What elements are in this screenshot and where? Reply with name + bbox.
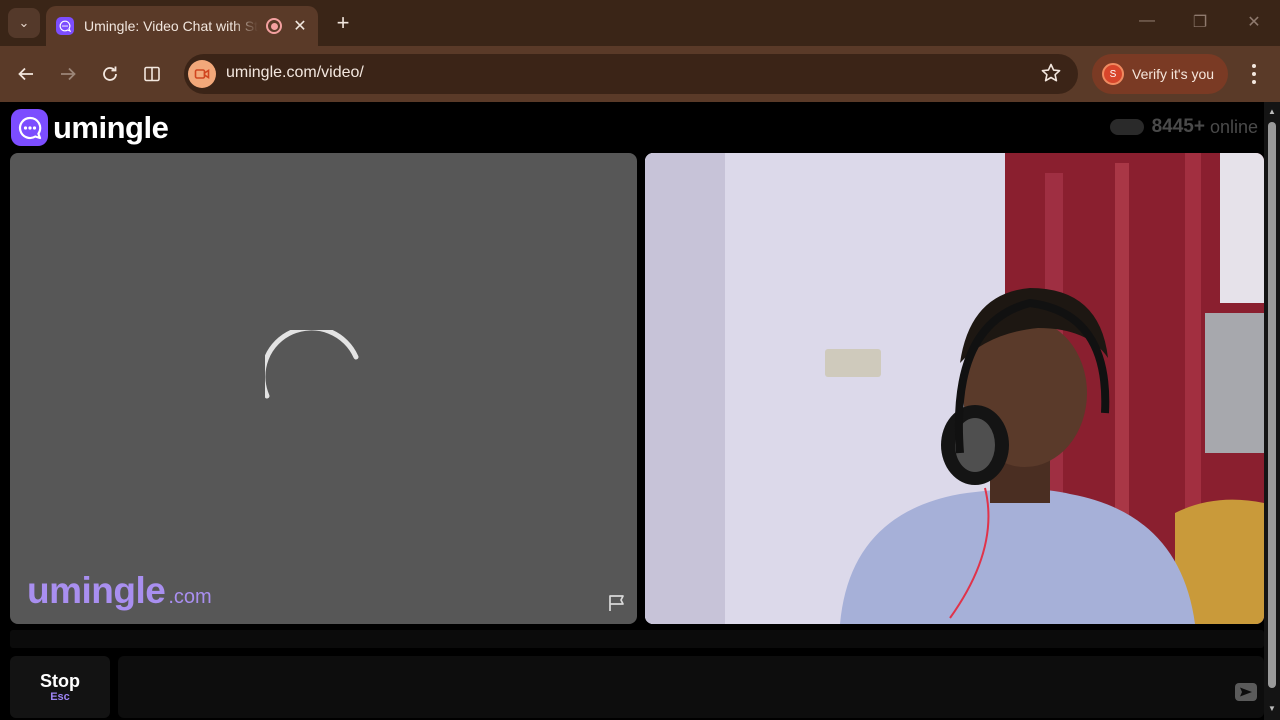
recording-indicator-icon [266,18,282,34]
stranger-video-panel: umingle .com [10,153,637,624]
verify-profile-button[interactable]: S Verify it's you [1092,54,1228,94]
bookmark-button[interactable] [1040,62,1062,89]
profile-avatar: S [1102,63,1124,85]
site-info-button[interactable] [188,60,216,88]
verify-label: Verify it's you [1132,66,1215,82]
browser-toolbar: umingle.com/video/ S Verify it's you [0,46,1280,102]
split-view-icon [144,66,160,82]
reload-button[interactable] [96,60,124,88]
minimize-button[interactable]: — [1135,12,1159,34]
watermark-main: umingle [27,570,166,611]
browser-menu-button[interactable] [1244,62,1264,86]
url-text[interactable]: umingle.com/video/ [226,64,364,82]
umingle-favicon-icon [56,17,74,35]
umingle-watermark: umingle .com [27,570,212,612]
scrollbar-thumb[interactable] [1268,122,1276,688]
back-button[interactable] [12,60,40,88]
chat-message-input[interactable] [118,656,1264,718]
address-bar[interactable]: umingle.com/video/ [184,54,1078,94]
tab-close-icon[interactable]: ✕ [292,16,308,36]
arrow-right-icon [61,67,76,81]
split-view-button[interactable] [138,60,166,88]
new-tab-button[interactable]: + [330,10,356,36]
arrow-left-icon [18,67,33,81]
flag-icon [609,595,624,611]
chat-bubble-icon [11,109,48,146]
stop-button[interactable]: Stop Esc [10,656,110,718]
tab-title: Umingle: Video Chat with Strangers [84,18,258,34]
online-count: 8445+ [1151,116,1205,137]
forward-button[interactable] [54,60,82,88]
scroll-down-arrow-icon[interactable]: ▼ [1267,705,1277,713]
online-counter: 8445+ online [1109,116,1258,138]
send-button[interactable] [1234,680,1258,704]
online-label: online [1209,116,1258,137]
stop-shortcut-label: Esc [50,691,70,703]
browser-tab-active[interactable]: Umingle: Video Chat with Strangers ✕ [46,6,318,46]
umingle-logo[interactable]: umingle [11,109,169,146]
reload-icon [103,66,117,81]
watermark-tld: .com [168,586,212,608]
self-camera-feed [645,153,1264,624]
stop-label: Stop [40,671,80,691]
star-icon [1041,63,1061,82]
online-toggle[interactable] [1109,119,1144,135]
close-window-button[interactable]: ✕ [1242,12,1266,34]
kebab-menu-icon [1252,64,1256,68]
status-strip [10,630,1264,648]
tab-search-button[interactable]: ⌄ [8,8,40,38]
umingle-page: umingle 8445+ online umingle .com Stop E… [0,102,1264,720]
logo-text: umingle [53,109,169,145]
camera-feed-image [645,153,1264,624]
spinner-icon [265,330,359,399]
browser-tab-strip: ⌄ Umingle: Video Chat with Strangers ✕ +… [0,0,1280,46]
restore-button[interactable]: ❐ [1188,12,1212,34]
video-camera-icon [194,69,210,79]
chat-controls: Stop Esc [0,653,1264,720]
chevron-down-icon: ⌄ [18,15,30,30]
report-button[interactable] [608,594,628,617]
page-scrollbar[interactable]: ▲ ▼ [1264,102,1280,720]
send-icon [1235,683,1257,701]
scroll-up-arrow-icon[interactable]: ▲ [1267,108,1277,116]
